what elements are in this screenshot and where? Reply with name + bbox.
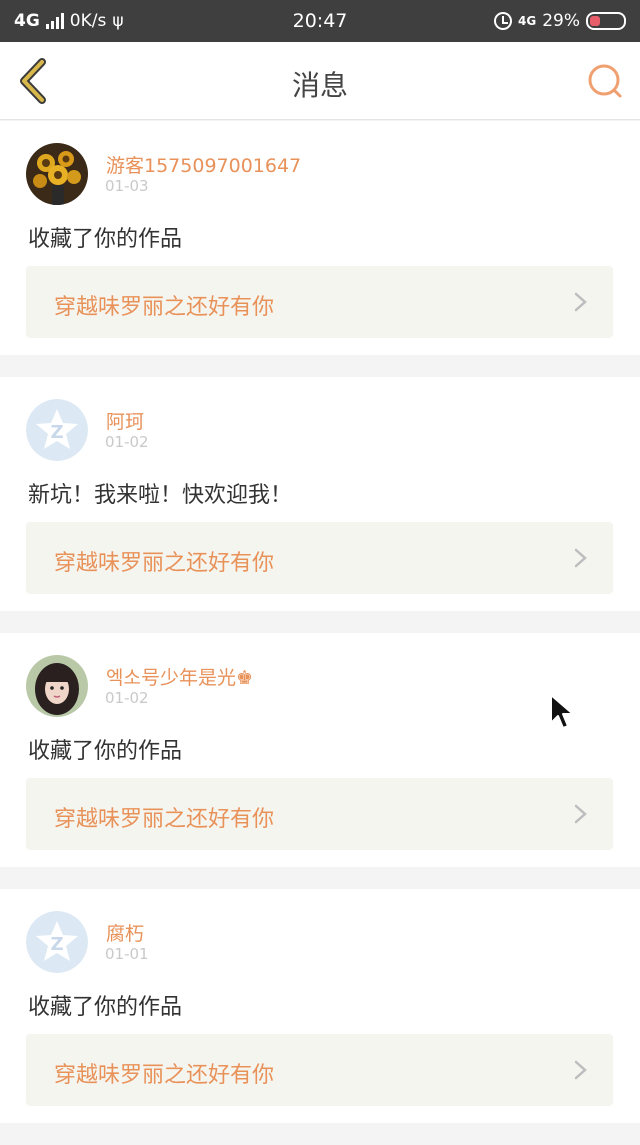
alarm-icon: [494, 12, 512, 30]
username[interactable]: 阿珂: [106, 407, 144, 434]
chevron-right-icon: [574, 292, 587, 312]
message-date: 01-02: [105, 433, 149, 451]
avatar[interactable]: [26, 655, 88, 717]
default-avatar-icon: Z: [26, 399, 88, 461]
message-item: Z 腐朽 01-01 收藏了你的作品 穿越味罗丽之还好有你: [0, 889, 640, 1123]
avatar[interactable]: Z: [26, 399, 88, 461]
message-item: 游客1575097001647 01-03 收藏了你的作品 穿越味罗丽之还好有你: [0, 121, 640, 355]
back-button[interactable]: [14, 56, 54, 106]
chevron-right-icon: [574, 1060, 587, 1080]
usb-icon: ψ: [112, 11, 124, 31]
message-item: Z 阿珂 01-02 新坑！我来啦！快欢迎我！ 穿越味罗丽之还好有你: [0, 377, 640, 611]
username[interactable]: 腐朽: [106, 919, 144, 946]
work-title: 穿越味罗丽之还好有你: [54, 807, 275, 832]
avatar[interactable]: Z: [26, 911, 88, 973]
network-right-label: 4G: [518, 14, 537, 28]
back-arrow-icon: [20, 58, 46, 104]
message-text: 新坑！我来啦！快欢迎我！: [28, 483, 293, 508]
message-text: 收藏了你的作品: [28, 227, 183, 252]
message-date: 01-03: [105, 177, 149, 195]
battery-percent: 29%: [542, 11, 580, 31]
message-text: 收藏了你的作品: [28, 739, 183, 764]
work-link[interactable]: 穿越味罗丽之还好有你: [26, 778, 613, 850]
message-item: 엑소号少年是光♚ 01-02 收藏了你的作品 穿越味罗丽之还好有你: [0, 633, 640, 867]
username[interactable]: 엑소号少年是光♚: [106, 663, 253, 690]
message-text: 收藏了你的作品: [28, 995, 183, 1020]
work-title: 穿越味罗丽之还好有你: [54, 1063, 275, 1088]
mouse-cursor-icon: [550, 694, 574, 729]
speed-label: 0K/s: [69, 11, 107, 31]
work-title: 穿越味罗丽之还好有你: [54, 295, 275, 320]
default-avatar-icon: Z: [26, 911, 88, 973]
username[interactable]: 游客1575097001647: [106, 151, 301, 178]
page-title: 消息: [291, 69, 348, 102]
message-date: 01-02: [105, 689, 149, 707]
avatar[interactable]: [26, 143, 88, 205]
work-link[interactable]: 穿越味罗丽之还好有你: [26, 522, 613, 594]
svg-text:Z: Z: [50, 422, 63, 443]
work-link[interactable]: 穿越味罗丽之还好有你: [26, 266, 613, 338]
sunflower-avatar-icon: [26, 143, 88, 205]
status-bar: 4G 0K/s ψ 20:47 4G 29%: [0, 0, 640, 42]
chevron-right-icon: [574, 804, 587, 824]
header: 消息: [0, 42, 640, 120]
chevron-right-icon: [574, 548, 587, 568]
message-list: 游客1575097001647 01-03 收藏了你的作品 穿越味罗丽之还好有你…: [0, 121, 640, 1145]
search-icon: [588, 64, 622, 98]
search-button[interactable]: [586, 62, 624, 100]
message-date: 01-01: [105, 945, 149, 963]
work-title: 穿越味罗丽之还好有你: [54, 551, 275, 576]
status-right: 4G 29%: [494, 11, 626, 31]
network-label: 4G: [14, 11, 40, 31]
battery-icon: [586, 12, 626, 30]
work-link[interactable]: 穿越味罗丽之还好有你: [26, 1034, 613, 1106]
signal-icon: [45, 13, 64, 29]
svg-text:Z: Z: [50, 934, 63, 955]
girl-avatar-icon: [26, 655, 88, 717]
status-left: 4G 0K/s ψ: [14, 11, 124, 31]
